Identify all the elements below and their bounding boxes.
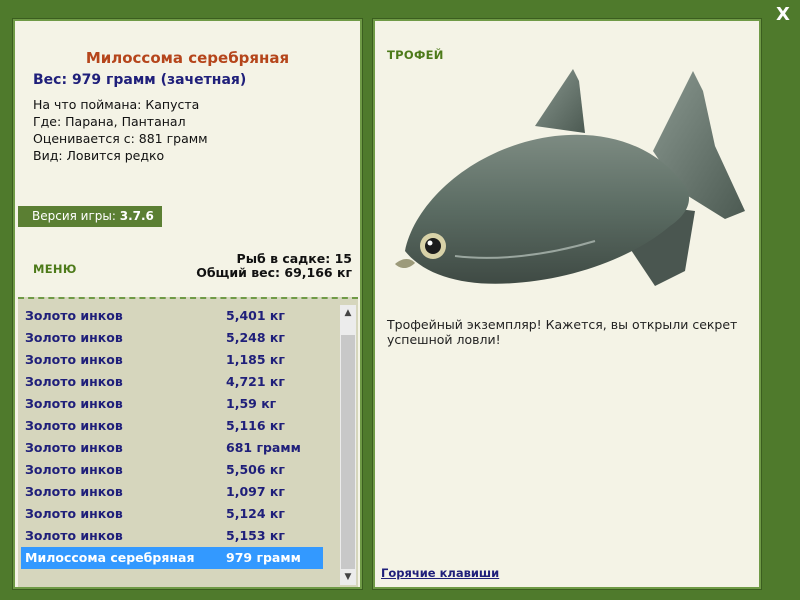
catch-list-scrollbar[interactable]: ▲ ▼ [340,305,356,585]
catch-list-row[interactable]: Золото инков 5,401 кг [21,305,323,327]
catch-fish-weight: 1,59 кг [226,396,277,411]
trophy-panel: ТРОФЕЙ Трофейный экземпляр! Кажется, вы … [372,18,762,590]
version-tag: Версия игры: 3.7.6 [18,206,162,227]
scroll-thumb[interactable] [341,335,355,569]
catch-fish-name: Золото инков [25,352,123,367]
catch-fish-name: Золото инков [25,308,123,323]
catch-list-row[interactable]: Милоссома серебряная 979 грамм [21,547,323,569]
keep-stats: Рыб в садке: 15 Общий вес: 69,166 кг [196,252,352,280]
keep-count: Рыб в садке: 15 [236,251,352,266]
catch-fish-name: Золото инков [25,462,123,477]
catch-list-row[interactable]: Золото инков 1,097 кг [21,481,323,503]
hotkeys-link[interactable]: Горячие клавиши [381,566,499,580]
catch-fish-weight: 979 грамм [226,550,301,565]
catch-fish-weight: 5,124 кг [226,506,285,521]
fish-weight: Вес: 979 грамм (зачетная) [33,72,247,88]
close-button[interactable]: X [772,4,794,26]
catch-fish-name: Золото инков [25,484,123,499]
catch-fish-name: Золото инков [25,506,123,521]
fish-details: На что поймана: Капуста Где: Парана, Пан… [33,96,208,164]
catch-list-row[interactable]: Золото инков 5,506 кг [21,459,323,481]
catch-fish-name: Милоссома серебряная [25,550,195,565]
rarity-line: Вид: Ловится редко [33,148,165,163]
catch-list-row[interactable]: Золото инков 1,185 кг [21,349,323,371]
catch-fish-weight: 5,506 кг [226,462,285,477]
catch-list-row[interactable]: Золото инков 1,59 кг [21,393,323,415]
catch-fish-weight: 1,185 кг [226,352,285,367]
catch-list-row[interactable]: Золото инков 5,153 кг [21,525,323,547]
trophy-description: Трофейный экземпляр! Кажется, вы открыли… [387,317,738,347]
catch-fish-weight: 5,153 кг [226,528,285,543]
catch-fish-name: Золото инков [25,330,123,345]
catch-fish-name: Золото инков [25,396,123,411]
fish-info-panel: Милоссома серебряная Вес: 979 грамм (зач… [12,18,363,590]
bait-line: На что поймана: Капуста [33,97,200,112]
catch-fish-weight: 5,401 кг [226,308,285,323]
catch-list-row[interactable]: Золото инков 681 грамм [21,437,323,459]
catch-list-container: Золото инков 5,401 кг Золото инков 5,248 кг… [18,297,358,587]
catch-list: Золото инков 5,401 кг Золото инков 5,248 кг… [21,305,323,569]
version-value: 3.7.6 [119,209,154,223]
catch-fish-name: Золото инков [25,528,123,543]
scroll-up-arrow-icon[interactable]: ▲ [340,305,356,321]
catch-fish-weight: 681 грамм [226,440,301,455]
catch-fish-weight: 5,116 кг [226,418,285,433]
catch-fish-name: Золото инков [25,440,123,455]
catch-fish-weight: 1,097 кг [226,484,285,499]
catch-list-row[interactable]: Золото инков 5,124 кг [21,503,323,525]
catch-list-row[interactable]: Золото инков 5,116 кг [21,415,323,437]
menu-button[interactable]: МЕНЮ [33,262,77,276]
silver-dollar-fish-image [395,69,745,286]
catch-list-row[interactable]: Золото инков 5,248 кг [21,327,323,349]
fish-title: Милоссома серебряная [85,49,290,67]
scroll-down-arrow-icon[interactable]: ▼ [340,569,356,585]
catch-list-row[interactable]: Золото инков 4,721 кг [21,371,323,393]
rating-line: Оценивается с: 881 грамм [33,131,208,146]
trophy-label: ТРОФЕЙ [387,48,444,62]
keep-total-weight: Общий вес: 69,166 кг [196,265,352,280]
catch-fish-weight: 5,248 кг [226,330,285,345]
catch-fish-weight: 4,721 кг [226,374,285,389]
catch-fish-name: Золото инков [25,418,123,433]
version-label: Версия игры: [32,209,116,223]
catch-fish-name: Золото инков [25,374,123,389]
location-line: Где: Парана, Пантанал [33,114,186,129]
